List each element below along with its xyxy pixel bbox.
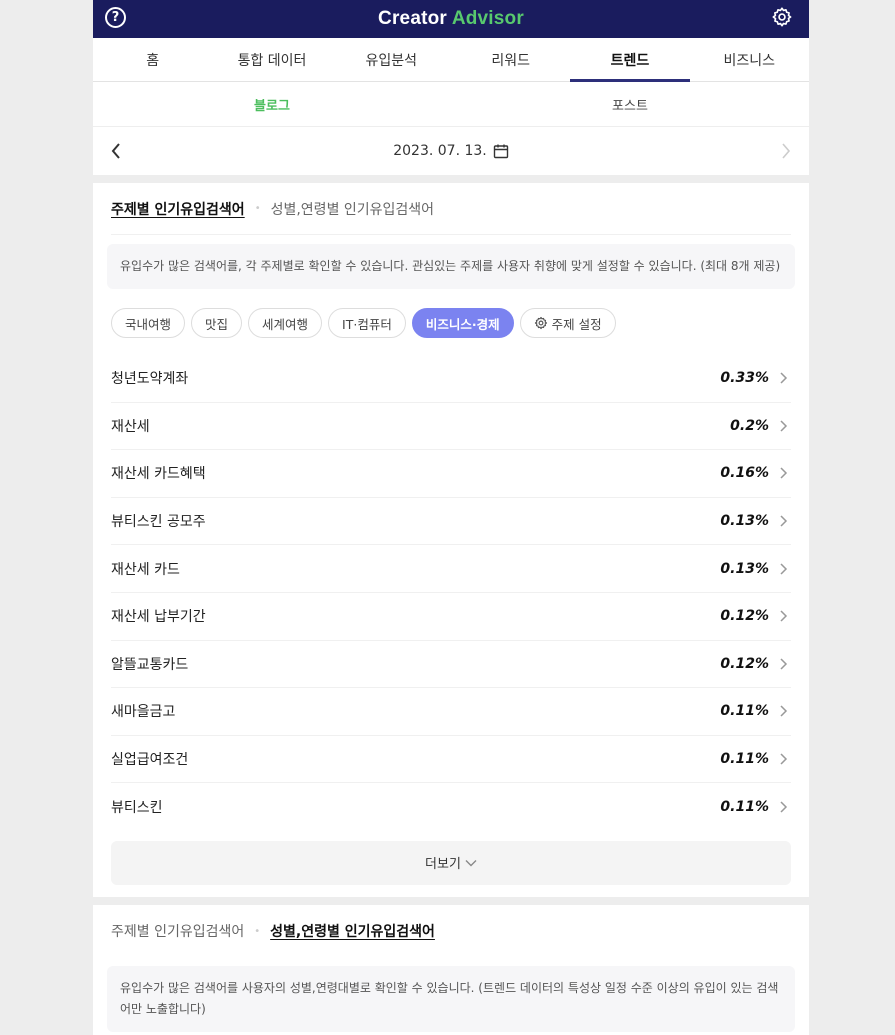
tab-reward[interactable]: 리워드: [451, 38, 570, 81]
logo-main-text: Creator: [378, 8, 448, 29]
list-item[interactable]: 재산세 0.2%: [111, 403, 791, 451]
main-tabs: 홈 통합 데이터 유입분석 리워드 트렌드 비즈니스: [93, 38, 809, 82]
tab-topic-keywords[interactable]: 주제별 인기유입검색어: [111, 199, 245, 219]
topic-keywords-card: 주제별 인기유입검색어 • 성별,연령별 인기유입검색어 유입수가 많은 검색어…: [93, 183, 809, 897]
tab-integrated-data[interactable]: 통합 데이터: [212, 38, 331, 81]
more-label: 더보기: [425, 857, 461, 873]
list-item[interactable]: 새마을금고 0.11%: [111, 688, 791, 736]
list-item[interactable]: 뷰티스킨 0.11%: [111, 783, 791, 831]
keyword-percent: 0.11%: [720, 703, 769, 720]
keyword-text: 재산세: [111, 418, 150, 435]
keyword-list: 청년도약계좌 0.33% 재산세 0.2% 재산세 카드혜택 0.16% 뷰티스킨 공…: [111, 355, 791, 831]
chevron-right-icon: [780, 705, 788, 717]
calendar-icon: [493, 144, 508, 159]
date-picker[interactable]: 2023. 07. 13.: [393, 143, 509, 159]
chip-restaurants[interactable]: 맛집: [191, 308, 243, 338]
chevron-down-icon: [465, 859, 477, 867]
keyword-text: 재산세 카드혜택: [111, 466, 206, 483]
info-box: 유입수가 많은 검색어를 사용자의 성별,연령대별로 확인할 수 있습니다. (…: [107, 966, 795, 1032]
tab-home[interactable]: 홈: [93, 38, 212, 81]
chevron-right-icon: [780, 372, 788, 384]
separator-dot: •: [254, 203, 261, 214]
tab-topic-keywords[interactable]: 주제별 인기유입검색어: [111, 921, 244, 941]
chevron-right-icon: [780, 801, 788, 813]
date-navigator: 2023. 07. 13.: [93, 127, 809, 175]
list-item[interactable]: 실업급여조건 0.11%: [111, 736, 791, 784]
app-container: ? Creator Advisor 홈 통합 데이터 유입분석 리워드 트렌드 …: [93, 0, 809, 1035]
tab-business[interactable]: 비즈니스: [690, 38, 809, 81]
logo-accent-text: Advisor: [451, 8, 524, 29]
tab-gender-age-keywords[interactable]: 성별,연령별 인기유입검색어: [271, 199, 434, 219]
chevron-right-icon: [780, 467, 788, 480]
list-item[interactable]: 청년도약계좌 0.33%: [111, 355, 791, 403]
topic-chips: 국내여행 맛집 세계여행 IT·컴퓨터 비즈니스·경제 주제 설정: [111, 308, 791, 338]
topic-settings-label: 주제 설정: [551, 316, 602, 332]
chevron-right-icon: [780, 515, 788, 527]
keyword-percent: 0.16%: [720, 465, 769, 482]
keyword-text: 뷰티스킨: [111, 800, 163, 817]
list-item[interactable]: 재산세 카드 0.13%: [111, 545, 791, 593]
keyword-percent: 0.11%: [720, 799, 769, 816]
keyword-text: 알뜰교통카드: [111, 656, 189, 673]
info-box: 유입수가 많은 검색어를, 각 주제별로 확인할 수 있습니다. 관심있는 주제…: [107, 244, 795, 289]
keyword-percent: 0.12%: [720, 608, 769, 625]
chip-domestic-travel[interactable]: 국내여행: [111, 308, 186, 338]
keyword-percent: 0.33%: [720, 370, 769, 387]
settings-gear-icon[interactable]: [771, 6, 793, 28]
chevron-right-icon: [780, 658, 788, 670]
chip-it-computer[interactable]: IT·컴퓨터: [328, 308, 406, 338]
keyword-text: 청년도약계좌: [111, 371, 189, 388]
keyword-percent: 0.11%: [720, 751, 769, 768]
keyword-percent: 0.13%: [720, 513, 769, 530]
list-item[interactable]: 재산세 카드혜택 0.16%: [111, 450, 791, 498]
section-title-tabs: 주제별 인기유입검색어 • 성별,연령별 인기유입검색어: [111, 905, 791, 957]
chevron-right-icon: [780, 563, 788, 575]
keyword-text: 새마을금고: [111, 704, 176, 721]
more-button[interactable]: 더보기: [111, 840, 791, 885]
chip-business-economy[interactable]: 비즈니스·경제: [411, 308, 514, 338]
keyword-percent: 0.2%: [730, 417, 769, 434]
app-logo: Creator Advisor: [378, 8, 524, 30]
keyword-text: 뷰티스킨 공모주: [111, 514, 206, 531]
chevron-right-icon: [780, 753, 788, 765]
list-item[interactable]: 뷰티스킨 공모주 0.13%: [111, 498, 791, 546]
chip-world-travel[interactable]: 세계여행: [248, 308, 323, 338]
subtab-blog[interactable]: 블로그: [93, 82, 451, 126]
separator-dot: •: [254, 925, 261, 937]
topic-settings-button[interactable]: 주제 설정: [519, 308, 616, 338]
keyword-text: 실업급여조건: [111, 752, 189, 769]
keyword-text: 재산세 카드: [111, 561, 180, 578]
tab-gender-age-keywords[interactable]: 성별,연령별 인기유입검색어: [270, 921, 435, 941]
tab-trend[interactable]: 트렌드: [570, 38, 690, 82]
chevron-right-icon[interactable]: [779, 141, 793, 161]
help-icon[interactable]: ?: [105, 7, 126, 28]
chevron-right-icon: [780, 420, 788, 432]
chevron-left-icon[interactable]: [109, 141, 123, 161]
gender-age-keywords-card: 주제별 인기유입검색어 • 성별,연령별 인기유입검색어 유입수가 많은 검색어…: [93, 905, 809, 1035]
keyword-percent: 0.12%: [720, 655, 769, 672]
sub-tabs: 블로그 포스트: [93, 82, 809, 127]
keyword-percent: 0.13%: [720, 560, 769, 577]
section-title-tabs: 주제별 인기유입검색어 • 성별,연령별 인기유입검색어: [111, 183, 791, 235]
keyword-text: 재산세 납부기간: [111, 609, 206, 626]
date-value: 2023. 07. 13.: [393, 143, 487, 159]
top-header: ? Creator Advisor: [93, 0, 809, 38]
tab-inflow-analysis[interactable]: 유입분석: [332, 38, 451, 81]
list-item[interactable]: 재산세 납부기간 0.12%: [111, 593, 791, 641]
gear-icon: [534, 316, 547, 330]
subtab-post[interactable]: 포스트: [451, 82, 809, 126]
list-item[interactable]: 알뜰교통카드 0.12%: [111, 641, 791, 689]
chevron-right-icon: [780, 610, 788, 622]
